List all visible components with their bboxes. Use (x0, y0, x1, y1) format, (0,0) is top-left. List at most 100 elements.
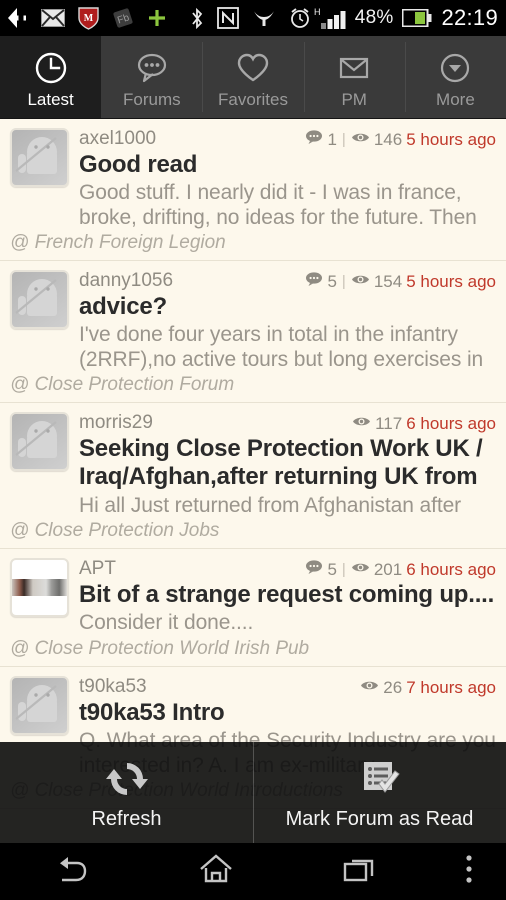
meta-divider: | (341, 561, 346, 579)
overflow-menu-icon (465, 854, 473, 889)
nav-recents-button[interactable] (288, 855, 432, 888)
thread-list-item[interactable]: morris29 117 6 hours ago Seeking Close P… (0, 403, 506, 550)
nav-back-button[interactable] (0, 854, 144, 889)
avatar-photo-strip (12, 579, 67, 597)
thread-list-item[interactable]: axel1000 1 | 146 5 hours ago Good read G… (0, 119, 506, 262)
clock-icon (31, 47, 71, 89)
avatar (10, 128, 69, 187)
thread-author: t90ka53 (79, 675, 147, 697)
thread-list-item[interactable]: APT 5 | 201 6 hours ago Bit of a strange… (0, 549, 506, 667)
thread-author: danny1056 (79, 270, 174, 292)
battery-percent-label: 48% (354, 7, 394, 28)
app-screen: M Fb H 48% 22:19 Latest Forums Favorites… (0, 0, 506, 900)
avatar (10, 558, 69, 618)
thread-timestamp: 5 hours ago (406, 271, 496, 291)
alarm-clock-icon (289, 7, 311, 29)
thread-meta: 1 | 146 5 hours ago (305, 130, 496, 150)
status-bar-notification-icons: M Fb (6, 6, 312, 30)
chevron-down-circle-icon (435, 47, 475, 89)
thread-meta: 5 | 201 6 hours ago (305, 560, 496, 580)
tab-latest[interactable]: Latest (0, 36, 102, 118)
mark-read-icon (357, 753, 403, 805)
recents-icon (343, 855, 377, 888)
menu-item-mark-forum-as-read-label: Mark Forum as Read (285, 807, 474, 830)
menu-item-refresh[interactable]: Refresh (0, 742, 253, 843)
thread-meta: 26 7 hours ago (360, 678, 496, 698)
status-bar: M Fb H 48% 22:19 (0, 0, 506, 36)
tab-pm-label: PM (341, 89, 367, 109)
views-eye-icon (351, 131, 370, 149)
thread-title: Good read (79, 150, 198, 178)
battery-icon (402, 9, 432, 27)
tab-bar: Latest Forums Favorites PM More (0, 36, 506, 119)
thread-timestamp: 5 hours ago (406, 129, 496, 149)
thread-title: t90ka53 Intro (79, 698, 225, 726)
thread-meta: 5 | 154 5 hours ago (305, 272, 496, 292)
back-icon (52, 854, 92, 889)
envelope-icon (334, 47, 374, 89)
mail-icon (41, 9, 65, 27)
tab-forums-label: Forums (122, 89, 181, 109)
home-icon (199, 854, 233, 889)
reply-bubble-icon (305, 560, 323, 579)
nav-overflow-menu-button[interactable] (432, 854, 506, 889)
tumblr-icon (252, 8, 276, 28)
network-type-label: H (314, 7, 321, 17)
views-eye-icon (351, 273, 370, 291)
bluetooth-icon (190, 7, 204, 30)
view-count: 146 (373, 129, 403, 149)
thread-list[interactable]: axel1000 1 | 146 5 hours ago Good read G… (0, 119, 506, 843)
reply-count: 5 (327, 559, 337, 579)
view-count: 154 (373, 271, 403, 291)
svg-text:M: M (84, 13, 94, 24)
meta-divider: | (341, 273, 346, 291)
avatar (10, 412, 69, 472)
tab-more[interactable]: More (404, 36, 506, 118)
views-eye-icon (351, 561, 370, 579)
options-menu-overlay: Refresh Mark Forum as Read (0, 742, 506, 843)
thread-forum: @ Close Protection Jobs (10, 520, 220, 542)
thread-forum: @ French Foreign Legion (10, 232, 226, 254)
thread-timestamp: 6 hours ago (406, 414, 496, 434)
view-count: 201 (373, 559, 403, 579)
thread-list-item[interactable]: danny1056 5 | 154 5 hours ago advice? I'… (0, 261, 506, 404)
thread-forum: @ Close Protection Forum (10, 374, 235, 396)
status-bar-system-icons: H 48% 22:19 (312, 5, 498, 31)
menu-item-mark-forum-as-read[interactable]: Mark Forum as Read (253, 742, 506, 843)
signal-bars-icon: H (312, 6, 346, 30)
views-eye-icon (360, 679, 379, 697)
tab-more-label: More (436, 89, 475, 109)
thread-title: advice? (79, 292, 167, 320)
tab-forums[interactable]: Forums (101, 36, 202, 118)
thread-title: Bit of a strange request coming up.... (79, 580, 495, 608)
nfc-icon (217, 7, 239, 29)
reply-bubble-icon (305, 272, 323, 291)
thread-author: axel1000 (79, 128, 157, 149)
plus-icon (147, 8, 167, 28)
tab-favorites-label: Favorites (218, 89, 288, 109)
tab-pm[interactable]: PM (303, 36, 405, 118)
thread-snippet: Good stuff. I nearly did it - I was in f… (79, 181, 477, 229)
thread-meta: 117 6 hours ago (352, 414, 496, 434)
thread-author: morris29 (79, 412, 153, 434)
android-navigation-bar (0, 843, 506, 900)
avatar (10, 675, 69, 735)
view-count: 26 (383, 677, 403, 697)
thread-snippet: Consider it done.... (79, 611, 254, 635)
thread-timestamp: 7 hours ago (406, 677, 496, 697)
views-eye-icon (352, 415, 371, 433)
thread-forum: @ Close Protection World Irish Pub (10, 637, 310, 659)
tab-latest-label: Latest (27, 89, 74, 109)
thread-timestamp: 6 hours ago (406, 559, 496, 579)
reply-count: 1 (327, 129, 337, 149)
thread-snippet: I've done four years in total in the inf… (79, 323, 484, 371)
tag-icon: Fb (112, 7, 134, 29)
heart-icon (233, 47, 273, 89)
speech-bubble-icon (132, 47, 172, 89)
tab-favorites[interactable]: Favorites (202, 36, 303, 118)
back-arrow-badge-icon (6, 7, 28, 29)
nav-home-button[interactable] (144, 854, 288, 889)
avatar (10, 270, 69, 330)
meta-divider: | (341, 131, 346, 148)
reply-count: 5 (327, 271, 337, 291)
